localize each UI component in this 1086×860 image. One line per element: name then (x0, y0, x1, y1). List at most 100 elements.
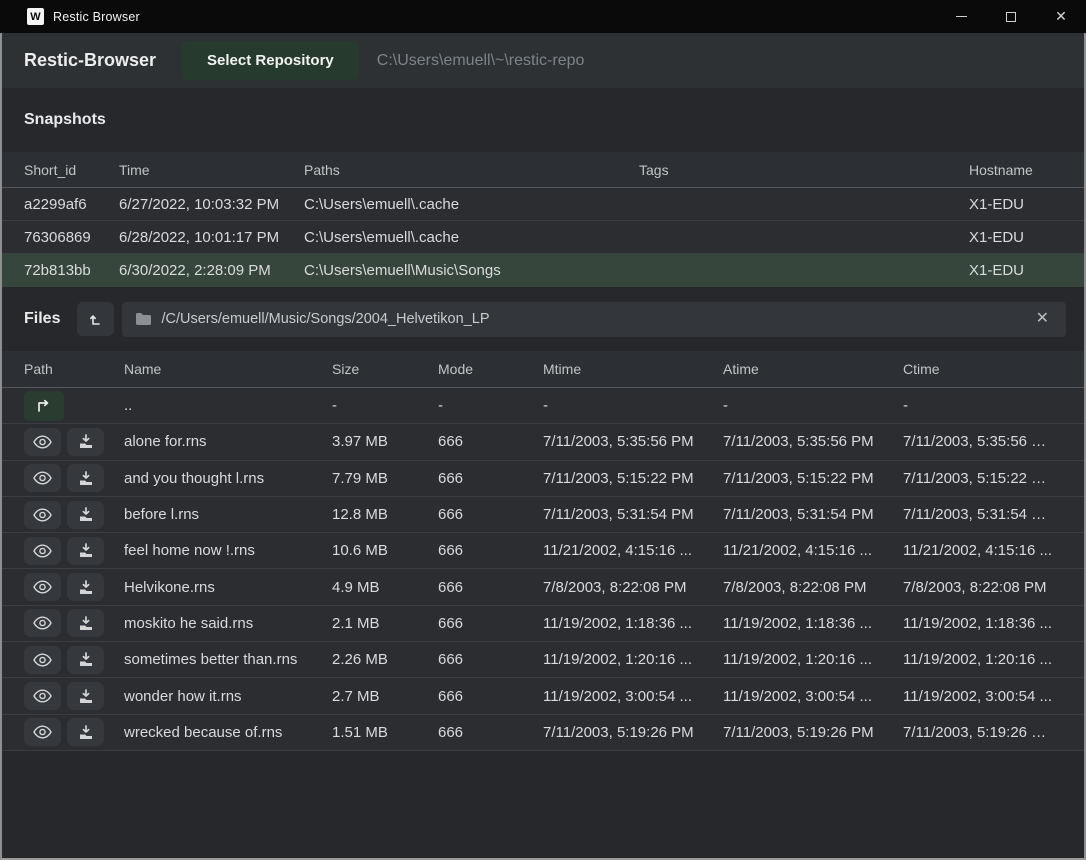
download-file-button[interactable] (67, 573, 104, 601)
preview-file-button[interactable] (24, 501, 61, 529)
file-size: 1.51 MB (332, 724, 438, 741)
file-ctime: 11/19/2002, 1:20:16 ... (903, 651, 1062, 668)
preview-file-button[interactable] (24, 609, 61, 637)
file-mtime: 7/11/2003, 5:15:22 PM (543, 470, 723, 487)
files-table-body: alone for.rns 3.97 MB 666 7/11/2003, 5:3… (2, 424, 1084, 751)
preview-file-button[interactable] (24, 537, 61, 565)
file-name: wonder how it.rns (124, 688, 332, 705)
file-row: moskito he said.rns 2.1 MB 666 11/19/200… (2, 606, 1084, 642)
file-row: sometimes better than.rns 2.26 MB 666 11… (2, 642, 1084, 678)
files-bar: Files /C/Users/emuell/Music/Songs/2004_H… (2, 287, 1084, 351)
eye-icon (33, 471, 52, 485)
parent-size: - (332, 397, 438, 414)
column-header-ctime: Ctime (903, 361, 1062, 377)
file-atime: 7/11/2003, 5:31:54 PM (723, 506, 903, 523)
file-mode: 666 (438, 724, 543, 741)
download-file-button[interactable] (67, 537, 104, 565)
download-icon (78, 543, 94, 558)
file-row: feel home now !.rns 10.6 MB 666 11/21/20… (2, 533, 1084, 569)
file-ctime: 11/19/2002, 1:18:36 ... (903, 615, 1062, 632)
download-icon (78, 616, 94, 631)
file-name: feel home now !.rns (124, 542, 332, 559)
file-mtime: 7/11/2003, 5:35:56 PM (543, 433, 723, 450)
snapshot-time: 6/30/2022, 2:28:09 PM (119, 262, 304, 279)
preview-file-button[interactable] (24, 718, 61, 746)
column-header-path: Path (24, 361, 124, 377)
file-ctime: 7/11/2003, 5:15:22 PM (903, 470, 1062, 487)
clear-path-icon: ✕ (1036, 310, 1049, 327)
file-mode: 666 (438, 506, 543, 523)
snapshot-row[interactable]: 76306869 6/28/2022, 10:01:17 PM C:\Users… (2, 221, 1084, 254)
parent-mode: - (438, 397, 543, 414)
open-parent-button[interactable] (24, 391, 64, 421)
preview-file-button[interactable] (24, 464, 61, 492)
file-size: 4.9 MB (332, 579, 438, 596)
column-header-hostname: Hostname (969, 162, 1062, 178)
column-header-size: Size (332, 361, 438, 377)
maximize-button[interactable] (986, 0, 1036, 33)
file-ctime: 7/8/2003, 8:22:08 PM (903, 579, 1062, 596)
file-name: wrecked because of.rns (124, 724, 332, 741)
file-mode: 666 (438, 579, 543, 596)
file-name: and you thought l.rns (124, 470, 332, 487)
preview-file-button[interactable] (24, 573, 61, 601)
snapshot-time: 6/27/2022, 10:03:32 PM (119, 196, 304, 213)
snapshot-row[interactable]: 72b813bb 6/30/2022, 2:28:09 PM C:\Users\… (2, 254, 1084, 287)
parent-mtime: - (543, 397, 723, 414)
file-size: 7.79 MB (332, 470, 438, 487)
download-file-button[interactable] (67, 682, 104, 710)
download-file-button[interactable] (67, 718, 104, 746)
snapshot-hostname: X1-EDU (969, 262, 1062, 279)
preview-file-button[interactable] (24, 682, 61, 710)
download-file-button[interactable] (67, 609, 104, 637)
file-mtime: 11/19/2002, 1:18:36 ... (543, 615, 723, 632)
snapshot-time: 6/28/2022, 10:01:17 PM (119, 229, 304, 246)
download-file-button[interactable] (67, 464, 104, 492)
snapshot-hostname: X1-EDU (969, 229, 1062, 246)
close-button[interactable]: ✕ (1036, 0, 1086, 33)
download-file-button[interactable] (67, 501, 104, 529)
eye-icon (33, 435, 52, 449)
file-ctime: 7/11/2003, 5:31:54 PM (903, 506, 1062, 523)
download-icon (78, 434, 94, 449)
file-mtime: 7/8/2003, 8:22:08 PM (543, 579, 723, 596)
file-ctime: 11/19/2002, 3:00:54 ... (903, 688, 1062, 705)
file-atime: 11/19/2002, 1:20:16 ... (723, 651, 903, 668)
minimize-button[interactable] (936, 0, 986, 33)
file-name: alone for.rns (124, 433, 332, 450)
select-repository-button[interactable]: Select Repository (182, 41, 359, 80)
download-icon (78, 652, 94, 667)
file-atime: 7/11/2003, 5:35:56 PM (723, 433, 903, 450)
file-mode: 666 (438, 470, 543, 487)
download-file-button[interactable] (67, 646, 104, 674)
file-size: 12.8 MB (332, 506, 438, 523)
snapshot-paths: C:\Users\emuell\Music\Songs (304, 262, 639, 279)
toolbar: Restic-Browser Select Repository C:\User… (2, 33, 1084, 88)
download-file-button[interactable] (67, 428, 104, 456)
file-mode: 666 (438, 542, 543, 559)
parent-name: .. (124, 397, 332, 414)
eye-icon (33, 544, 52, 558)
file-size: 2.26 MB (332, 651, 438, 668)
column-header-short-id: Short_id (24, 162, 119, 178)
file-mode: 666 (438, 433, 543, 450)
file-mtime: 11/19/2002, 3:00:54 ... (543, 688, 723, 705)
file-atime: 7/8/2003, 8:22:08 PM (723, 579, 903, 596)
current-path-bar[interactable]: /C/Users/emuell/Music/Songs/2004_Helveti… (122, 302, 1066, 337)
titlebar: W Restic Browser ✕ (0, 0, 1086, 33)
preview-file-button[interactable] (24, 646, 61, 674)
clear-path-button[interactable]: ✕ (1032, 311, 1053, 327)
files-table-header: Path Name Size Mode Mtime Atime Ctime (2, 351, 1084, 388)
parent-ctime: - (903, 397, 1062, 414)
preview-file-button[interactable] (24, 428, 61, 456)
snapshot-row[interactable]: a2299af6 6/27/2022, 10:03:32 PM C:\Users… (2, 188, 1084, 221)
eye-icon (33, 653, 52, 667)
snapshot-paths: C:\Users\emuell\.cache (304, 229, 639, 246)
snapshots-table-header: Short_id Time Paths Tags Hostname (2, 152, 1084, 188)
column-header-tags: Tags (639, 162, 969, 178)
go-up-level-button[interactable] (77, 302, 114, 336)
column-header-atime: Atime (723, 361, 903, 377)
return-arrow-icon (35, 399, 53, 413)
file-ctime: 11/21/2002, 4:15:16 ... (903, 542, 1062, 559)
eye-icon (33, 725, 52, 739)
